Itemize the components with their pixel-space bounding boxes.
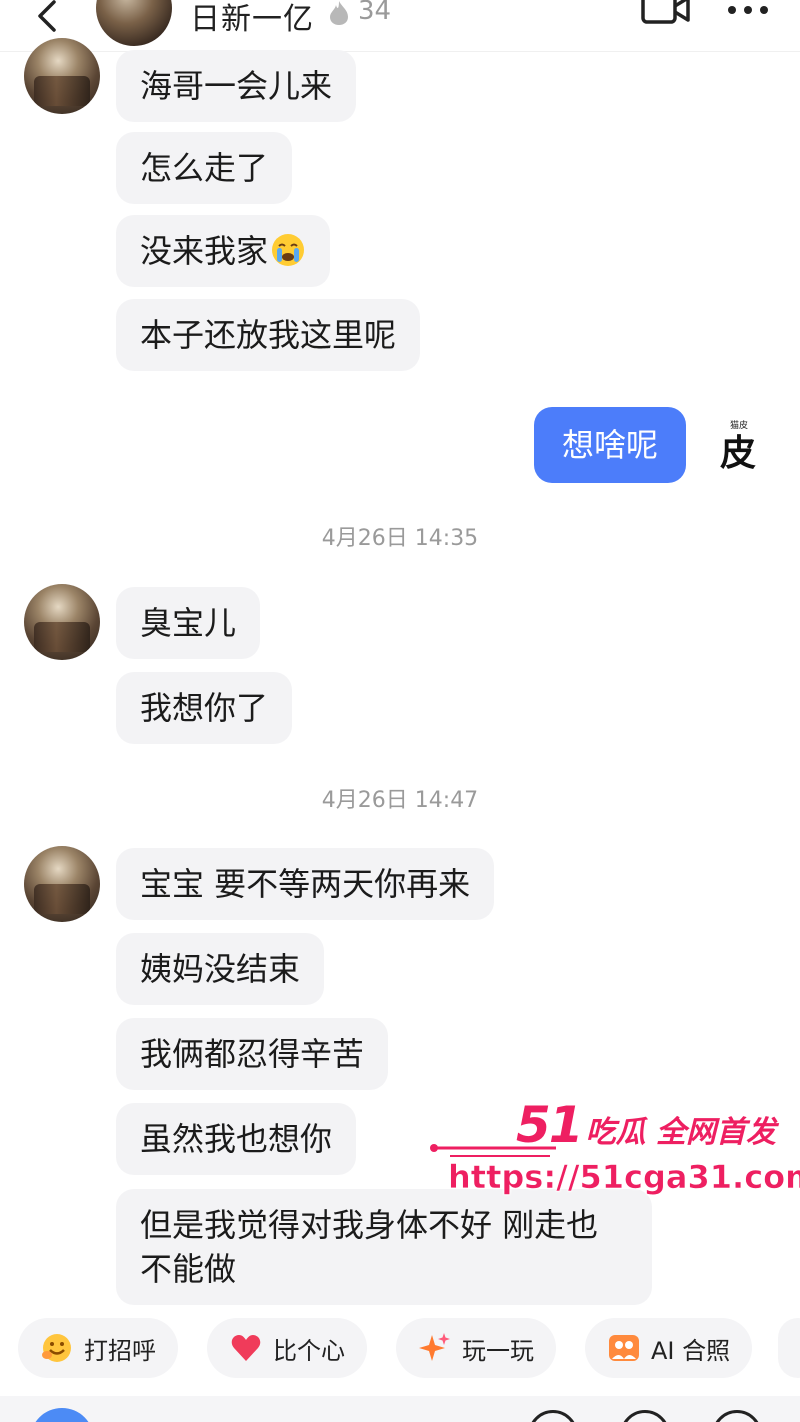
my-avatar[interactable]: 猫皮 皮 — [712, 418, 768, 474]
back-arrow-icon[interactable] — [30, 0, 64, 36]
sender-avatar[interactable] — [24, 846, 100, 922]
message-bubble[interactable]: 但是我觉得对我身体不好 刚走也不能做 — [116, 1189, 652, 1305]
message-bubble[interactable]: 海哥一会儿来 — [116, 50, 357, 122]
message-bubble[interactable]: 我俩都忍得辛苦 — [116, 1018, 389, 1090]
sparkle-icon — [419, 1333, 450, 1361]
watermark-text: 吃瓜 全网首发 — [585, 1115, 777, 1150]
message-bubble[interactable]: 本子还放我这里呢 — [116, 299, 421, 371]
chip-label: 打招呼 — [84, 1336, 156, 1365]
message-bubble[interactable]: 姨妈没结束 — [116, 933, 325, 1005]
contact-avatar[interactable] — [96, 0, 172, 46]
quick-reply-bar: 打招呼 比个心 玩一玩 AI 合照 — [0, 1312, 800, 1382]
chip-label: AI 合照 — [651, 1336, 731, 1365]
message-bubble[interactable]: 宝宝 要不等两天你再来 — [116, 848, 495, 920]
quick-reply-greet[interactable]: 打招呼 — [18, 1318, 178, 1378]
contact-name[interactable]: 日新一亿 — [190, 0, 314, 38]
crying-face-emoji-icon — [272, 234, 305, 266]
chip-label: 比个心 — [273, 1336, 345, 1365]
timestamp: 4月26日 14:35 — [321, 526, 479, 551]
message-bubble[interactable]: 臭宝儿 — [116, 587, 261, 659]
message-bubble[interactable]: 虽然我也想你 — [116, 1103, 357, 1175]
streak-count: 34 — [358, 0, 392, 26]
quick-reply-heart[interactable]: 比个心 — [207, 1318, 367, 1378]
my-avatar-text: 皮 — [720, 433, 757, 474]
sender-avatar[interactable] — [24, 38, 100, 114]
chip-label: 玩一玩 — [462, 1336, 534, 1365]
smile-hand-icon — [42, 1334, 71, 1362]
message-bubble[interactable]: 怎么走了 — [116, 132, 293, 204]
flame-icon — [330, 1, 348, 25]
watermark-brand: 51 吃瓜 全网首发 — [516, 1096, 776, 1154]
watermark-number: 51 — [516, 1096, 584, 1154]
timestamp: 4月26日 14:47 — [321, 788, 479, 813]
chat-header: 日新一亿 34 — [0, 0, 800, 52]
quick-reply-more[interactable] — [778, 1318, 800, 1378]
message-text: 没来我家 — [140, 232, 269, 270]
message-bubble[interactable]: 没来我家 — [116, 215, 331, 287]
heart-icon — [231, 1335, 261, 1361]
watermark-url: https://51cga31.com — [448, 1158, 800, 1197]
message-bubble[interactable]: 我想你了 — [116, 672, 293, 744]
quick-reply-play[interactable]: 玩一玩 — [396, 1318, 556, 1378]
more-options-icon[interactable] — [726, 0, 770, 22]
sender-avatar[interactable] — [24, 584, 100, 660]
video-call-icon[interactable] — [640, 0, 692, 28]
my-message-bubble[interactable]: 想啥呢 — [534, 407, 686, 483]
photo-icon — [609, 1335, 639, 1361]
input-bar — [0, 1396, 800, 1422]
quick-reply-ai-photo[interactable]: AI 合照 — [585, 1318, 753, 1378]
